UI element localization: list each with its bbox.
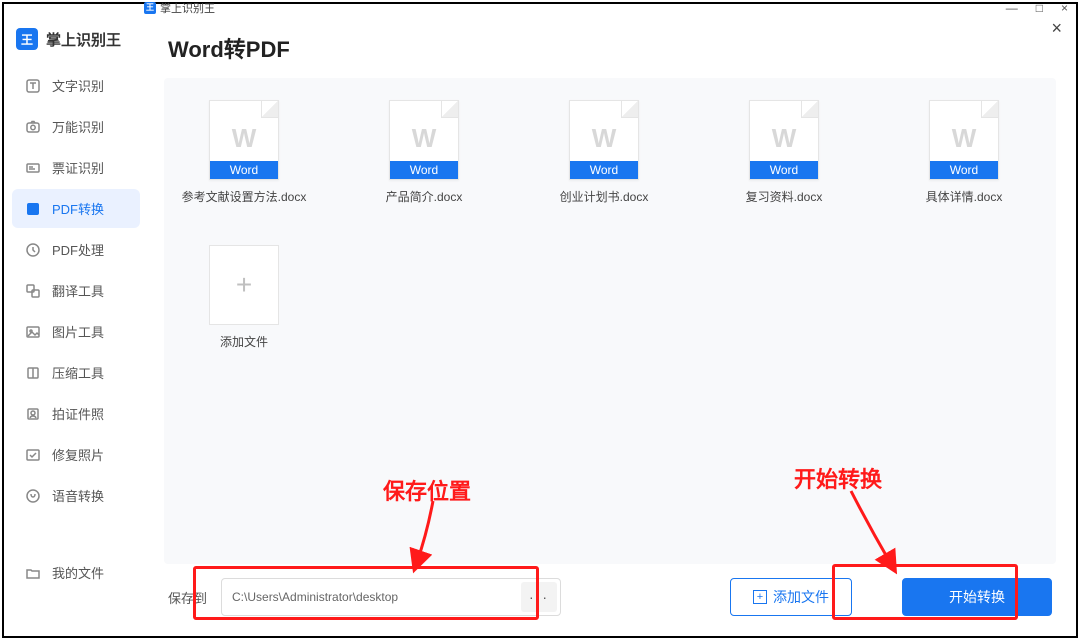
window-title: 掌上识别王 (160, 0, 215, 16)
restore-icon (24, 446, 42, 464)
sidebar-item-universal-ocr[interactable]: 万能识别 (12, 107, 140, 146)
sidebar-item-label: 拍证件照 (52, 404, 104, 423)
start-convert-button[interactable]: 开始转换 (902, 578, 1052, 616)
main-panel: Word转PDF WWord 参考文献设置方法.docx WWord 产品简介.… (146, 16, 1074, 634)
sidebar-item-voice-convert[interactable]: 语音转换 (12, 476, 140, 515)
folder-icon (24, 564, 42, 582)
plus-mini-icon: + (753, 590, 767, 604)
sidebar-item-ticket-ocr[interactable]: 票证识别 (12, 148, 140, 187)
sidebar-item-image-tools[interactable]: 图片工具 (12, 312, 140, 351)
file-name: 具体详情.docx (926, 188, 1003, 205)
browse-button[interactable]: ··· (521, 582, 557, 612)
image-icon (24, 323, 42, 341)
add-file-button[interactable]: + 添加文件 (730, 578, 852, 616)
plus-icon: + (209, 245, 279, 325)
sidebar-item-label: 万能识别 (52, 117, 104, 136)
sidebar: 王 掌上识别王 文字识别 万能识别 票证识别 PDF转换 PDF处理 (6, 16, 146, 634)
window-close[interactable]: × (1061, 1, 1068, 15)
sidebar-item-label: 票证识别 (52, 158, 104, 177)
ticket-icon (24, 159, 42, 177)
file-name: 产品简介.docx (386, 188, 463, 205)
sidebar-item-label: 文字识别 (52, 76, 104, 95)
sidebar-item-photo-restore[interactable]: 修复照片 (12, 435, 140, 474)
file-card[interactable]: WWord 复习资料.docx (724, 100, 844, 205)
text-icon (24, 77, 42, 95)
sidebar-item-label: PDF处理 (52, 240, 104, 259)
file-card[interactable]: WWord 具体详情.docx (904, 100, 1024, 205)
sidebar-item-label: 语音转换 (52, 486, 104, 505)
save-path-wrap: ··· (221, 578, 561, 616)
id-photo-icon (24, 405, 42, 423)
camera-icon (24, 118, 42, 136)
save-path-input[interactable] (221, 578, 561, 616)
sidebar-item-label: 我的文件 (52, 563, 104, 582)
app-icon-mini: 王 (144, 2, 156, 14)
word-file-icon: WWord (389, 100, 459, 180)
sidebar-item-id-photo[interactable]: 拍证件照 (12, 394, 140, 433)
arrow-icon (405, 498, 465, 578)
voice-icon (24, 487, 42, 505)
sidebar-item-label: 图片工具 (52, 322, 104, 341)
window-minimize[interactable]: — (1006, 1, 1018, 15)
process-icon (24, 241, 42, 259)
bottom-bar: 保存到 ··· + 添加文件 开始转换 (164, 564, 1056, 626)
sidebar-item-label: PDF转换 (52, 199, 104, 218)
file-card[interactable]: WWord 参考文献设置方法.docx (184, 100, 304, 205)
file-card[interactable]: WWord 产品简介.docx (364, 100, 484, 205)
file-grid: WWord 参考文献设置方法.docx WWord 产品简介.docx WWor… (184, 100, 1036, 350)
sidebar-item-my-files[interactable]: 我的文件 (12, 553, 140, 592)
word-file-icon: WWord (929, 100, 999, 180)
sidebar-item-label: 翻译工具 (52, 281, 104, 300)
save-to-label: 保存到 (168, 588, 207, 607)
sidebar-item-translate[interactable]: 翻译工具 (12, 271, 140, 310)
sidebar-item-compress[interactable]: 压缩工具 (12, 353, 140, 392)
word-file-icon: WWord (569, 100, 639, 180)
add-file-button-label: 添加文件 (773, 587, 829, 607)
window-titlebar-remnant: 王 掌上识别王 — □ × (140, 0, 1080, 16)
file-card[interactable]: WWord 创业计划书.docx (544, 100, 664, 205)
sidebar-item-label: 压缩工具 (52, 363, 104, 382)
page-title: Word转PDF (164, 32, 1056, 64)
add-file-label: 添加文件 (220, 333, 268, 350)
window-maximize[interactable]: □ (1036, 1, 1043, 15)
sidebar-item-pdf-convert[interactable]: PDF转换 (12, 189, 140, 228)
sidebar-item-label: 修复照片 (52, 445, 104, 464)
sidebar-item-text-ocr[interactable]: 文字识别 (12, 66, 140, 105)
word-file-icon: WWord (749, 100, 819, 180)
start-convert-label: 开始转换 (949, 587, 1005, 607)
compress-icon (24, 364, 42, 382)
app-icon: 王 (16, 28, 38, 50)
workarea: WWord 参考文献设置方法.docx WWord 产品简介.docx WWor… (164, 78, 1056, 564)
file-name: 复习资料.docx (746, 188, 823, 205)
add-file-tile[interactable]: + 添加文件 (184, 245, 304, 350)
pdf-icon (24, 200, 42, 218)
app-brand: 王 掌上识别王 (6, 22, 146, 64)
word-file-icon: WWord (209, 100, 279, 180)
file-name: 参考文献设置方法.docx (182, 188, 307, 205)
arrow-icon (835, 488, 915, 578)
sidebar-item-pdf-process[interactable]: PDF处理 (12, 230, 140, 269)
translate-icon (24, 282, 42, 300)
app-title: 掌上识别王 (46, 29, 121, 50)
file-name: 创业计划书.docx (560, 188, 649, 205)
